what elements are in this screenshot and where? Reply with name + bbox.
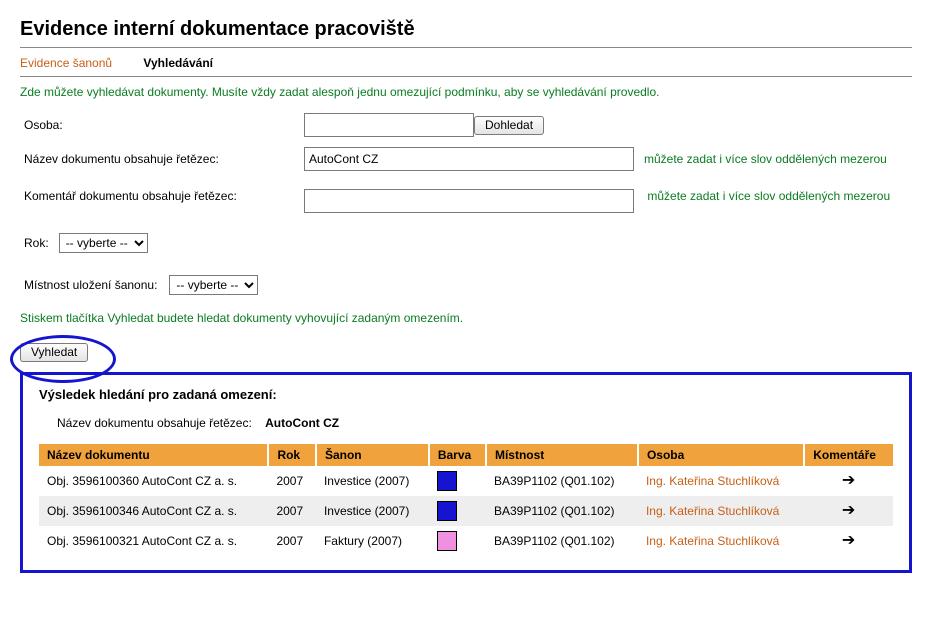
col-rok: Rok — [268, 444, 316, 466]
tab-bar: Evidence šanonů Vyhledávání — [20, 56, 912, 70]
arrow-right-icon[interactable]: ➔ — [842, 505, 855, 517]
instruction-text: Stiskem tlačítka Vyhledat budete hledat … — [20, 311, 912, 325]
divider — [20, 47, 912, 48]
komentar-input[interactable] — [304, 189, 634, 213]
table-row: Obj. 3596100360 AutoCont CZ a. s.2007Inv… — [39, 466, 893, 496]
osoba-label: Osoba: — [24, 118, 304, 132]
results-criteria: Název dokumentu obsahuje řetězec: AutoCo… — [57, 416, 893, 430]
table-row: Obj. 3596100321 AutoCont CZ a. s.2007Fak… — [39, 526, 893, 556]
cell-barva — [429, 466, 486, 496]
page-title: Evidence interní dokumentace pracoviště — [20, 18, 912, 41]
nazev-hint: můžete zadat i více slov oddělených meze… — [644, 152, 887, 166]
arrow-right-icon[interactable]: ➔ — [842, 475, 855, 487]
results-table: Název dokumentu Rok Šanon Barva Místnost… — [39, 444, 893, 556]
komentar-label: Komentář dokumentu obsahuje řetězec: — [24, 189, 304, 203]
arrow-right-icon[interactable]: ➔ — [842, 535, 855, 547]
osoba-input[interactable] — [304, 113, 474, 137]
cell-osoba: Ing. Kateřina Stuchlíková — [638, 466, 804, 496]
mistnost-select[interactable]: -- vyberte -- — [169, 275, 258, 295]
person-link[interactable]: Ing. Kateřina Stuchlíková — [646, 474, 779, 488]
col-sanon: Šanon — [316, 444, 429, 466]
cell-barva — [429, 496, 486, 526]
table-row: Obj. 3596100346 AutoCont CZ a. s.2007Inv… — [39, 496, 893, 526]
intro-text: Zde můžete vyhledávat dokumenty. Musíte … — [20, 85, 912, 99]
cell-komentare: ➔ — [804, 466, 893, 496]
cell-sanon: Faktury (2007) — [316, 526, 429, 556]
cell-nazev: Obj. 3596100346 AutoCont CZ a. s. — [39, 496, 268, 526]
cell-sanon: Investice (2007) — [316, 466, 429, 496]
results-panel: Výsledek hledání pro zadaná omezení: Náz… — [20, 372, 912, 573]
cell-osoba: Ing. Kateřina Stuchlíková — [638, 526, 804, 556]
cell-osoba: Ing. Kateřina Stuchlíková — [638, 496, 804, 526]
divider — [20, 76, 912, 77]
rok-select[interactable]: -- vyberte -- — [59, 233, 148, 253]
col-osoba: Osoba — [638, 444, 804, 466]
col-barva: Barva — [429, 444, 486, 466]
cell-nazev: Obj. 3596100360 AutoCont CZ a. s. — [39, 466, 268, 496]
komentar-hint: můžete zadat i více slov oddělených meze… — [647, 189, 890, 203]
col-komentare: Komentáře — [804, 444, 893, 466]
cell-rok: 2007 — [268, 496, 316, 526]
vyhledat-button[interactable]: Vyhledat — [20, 343, 88, 362]
color-swatch — [437, 501, 457, 521]
color-swatch — [437, 531, 457, 551]
cell-rok: 2007 — [268, 526, 316, 556]
cell-mistnost: BA39P1102 (Q01.102) — [486, 466, 638, 496]
rok-label: Rok: — [24, 236, 49, 250]
criteria-label: Název dokumentu obsahuje řetězec: — [57, 416, 252, 430]
cell-mistnost: BA39P1102 (Q01.102) — [486, 526, 638, 556]
col-nazev: Název dokumentu — [39, 444, 268, 466]
person-link[interactable]: Ing. Kateřina Stuchlíková — [646, 534, 779, 548]
cell-rok: 2007 — [268, 466, 316, 496]
results-title: Výsledek hledání pro zadaná omezení: — [39, 387, 893, 402]
person-link[interactable]: Ing. Kateřina Stuchlíková — [646, 504, 779, 518]
cell-komentare: ➔ — [804, 526, 893, 556]
cell-mistnost: BA39P1102 (Q01.102) — [486, 496, 638, 526]
mistnost-label: Místnost uložení šanonu: — [24, 278, 157, 292]
col-mistnost: Místnost — [486, 444, 638, 466]
nazev-label: Název dokumentu obsahuje řetězec: — [24, 152, 304, 166]
criteria-value: AutoCont CZ — [265, 416, 339, 430]
cell-nazev: Obj. 3596100321 AutoCont CZ a. s. — [39, 526, 268, 556]
tab-search[interactable]: Vyhledávání — [143, 56, 213, 70]
tab-evidence[interactable]: Evidence šanonů — [20, 56, 112, 70]
dohledat-button[interactable]: Dohledat — [474, 116, 544, 135]
search-form: Osoba: Dohledat Název dokumentu obsahuje… — [24, 113, 912, 297]
color-swatch — [437, 471, 457, 491]
cell-komentare: ➔ — [804, 496, 893, 526]
nazev-input[interactable] — [304, 147, 634, 171]
cell-sanon: Investice (2007) — [316, 496, 429, 526]
cell-barva — [429, 526, 486, 556]
